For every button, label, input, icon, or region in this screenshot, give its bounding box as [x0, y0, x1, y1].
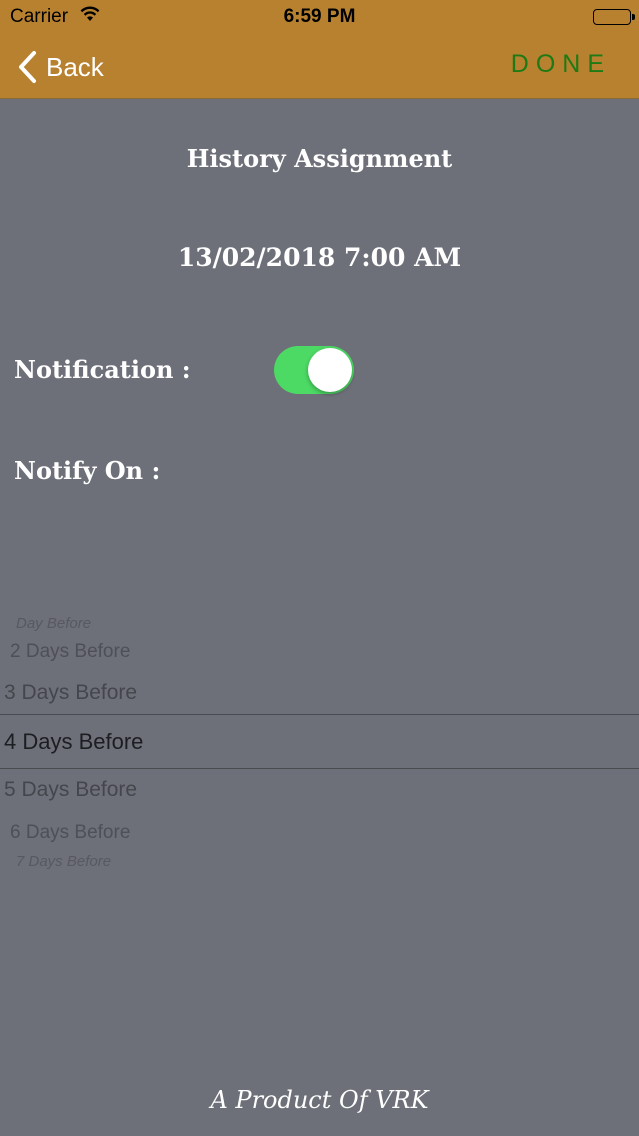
page-title: History Assignment: [186, 144, 453, 173]
notify-on-label: Notify On :: [14, 456, 161, 485]
picker-item[interactable]: 6 Days Before: [10, 822, 130, 844]
picker-item-selected[interactable]: 4 Days Before: [4, 729, 143, 755]
toggle-knob: [308, 348, 352, 392]
back-label: Back: [46, 51, 104, 82]
picker-item[interactable]: 7 Days Before: [16, 853, 111, 870]
picker-item[interactable]: 3 Days Before: [4, 681, 137, 705]
reminder-datetime[interactable]: 13/02/2018 7:00 AM: [0, 243, 639, 272]
notification-toggle[interactable]: [274, 346, 354, 394]
picker-item[interactable]: Day Before: [16, 615, 91, 632]
picker-item[interactable]: 2 Days Before: [10, 641, 130, 663]
battery-icon: [593, 9, 635, 25]
chevron-left-icon: [19, 51, 36, 83]
done-button[interactable]: DONE: [511, 50, 611, 79]
status-bar: Carrier 6:59 PM: [0, 0, 639, 34]
footer-credit: A Product Of VRK: [210, 1086, 429, 1114]
notify-on-picker[interactable]: Day Before 2 Days Before 3 Days Before 4…: [0, 595, 639, 885]
picker-selection-bottom-divider: [0, 768, 639, 769]
nav-header: Carrier 6:59 PM Back DONE: [0, 0, 639, 99]
notification-label: Notification :: [14, 355, 191, 384]
picker-item[interactable]: 5 Days Before: [4, 778, 137, 802]
back-button[interactable]: Back: [16, 47, 104, 87]
picker-selection-top-divider: [0, 714, 639, 715]
clock: 6:59 PM: [283, 6, 356, 27]
